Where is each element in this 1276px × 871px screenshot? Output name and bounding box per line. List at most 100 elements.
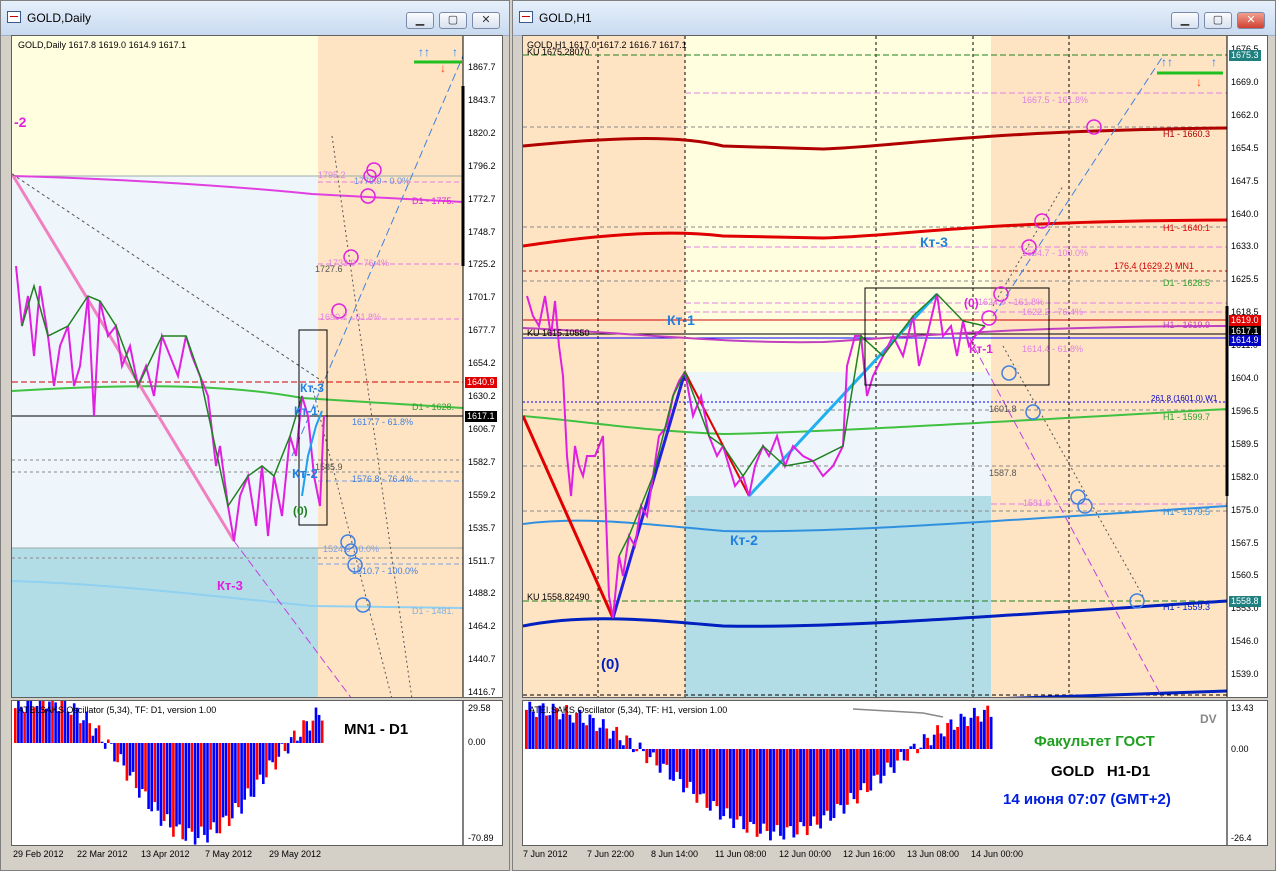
oscillator-bar bbox=[156, 743, 160, 811]
oscillator-bar bbox=[190, 743, 194, 832]
left-title-bar[interactable]: GOLD,Daily ▁ ▢ ✕ bbox=[1, 1, 509, 36]
oscillator-bar bbox=[705, 749, 709, 808]
oscillator-bar bbox=[959, 713, 963, 749]
y-tick: 1625.5 bbox=[1231, 274, 1259, 285]
oscillator-bar bbox=[283, 743, 287, 752]
level-1585-label: 1585.9 bbox=[315, 462, 343, 472]
left-osc-tick: 0.00 bbox=[468, 737, 486, 747]
left-chart-window[interactable]: GOLD,Daily ▁ ▢ ✕ ↑↑ ↑ ↓ GOLD,Daily 1617.… bbox=[0, 0, 510, 871]
oscillator-bar bbox=[635, 749, 639, 752]
oscillator-bar bbox=[116, 743, 119, 763]
oscillator-bar bbox=[929, 745, 933, 749]
left-main-chart[interactable]: ↑↑ ↑ ↓ GOLD,Daily 1617.8 1619.0 1614.9 1… bbox=[11, 35, 503, 698]
y-tick: 1867.7 bbox=[468, 62, 496, 72]
oscillator-bar bbox=[317, 714, 321, 743]
maximize-icon: ▢ bbox=[447, 14, 459, 26]
right-osc-tick: -26.4 bbox=[1231, 833, 1252, 843]
right-main-chart[interactable]: ↑↑ ↑ ↓ GOLD,H1 1617.0 1617.2 1616.7 1617… bbox=[522, 35, 1268, 698]
right-x-tick: 13 Jun 08:00 bbox=[907, 849, 960, 859]
oscillator-bar bbox=[125, 743, 129, 781]
oscillator-bar bbox=[779, 749, 782, 836]
fib-1618-label: 1624.0 - 161.8% bbox=[978, 297, 1045, 307]
oscillator-bar bbox=[268, 743, 271, 761]
oscillator-bar bbox=[715, 749, 719, 807]
oscillator-bar bbox=[682, 749, 685, 793]
oscillator-bar bbox=[986, 705, 990, 749]
oscillator-bar bbox=[14, 708, 17, 743]
oscillator-bar bbox=[625, 735, 629, 749]
svg-text:↓: ↓ bbox=[1196, 75, 1202, 89]
oscillator-bar bbox=[936, 725, 940, 749]
y-tick: 1630.2 bbox=[468, 391, 496, 401]
mn1-label: 176.4 (1629.2) MN1 bbox=[1114, 261, 1195, 271]
minimize-button[interactable]: ▁ bbox=[1171, 12, 1199, 29]
oscillator-bar bbox=[712, 749, 716, 802]
oscillator-bar bbox=[899, 749, 903, 752]
oscillator-bar bbox=[305, 721, 308, 743]
y-tick: 1575.0 bbox=[1231, 504, 1259, 515]
y-tick: 1596.5 bbox=[1231, 405, 1259, 416]
oscillator-bar bbox=[648, 749, 652, 758]
y-tick: 1546.0 bbox=[1231, 636, 1259, 647]
y-tick: 1488.2 bbox=[468, 588, 496, 599]
h1-1559-label: H1 - 1559.3 bbox=[1163, 602, 1211, 612]
oscillator-bar bbox=[131, 743, 135, 772]
oscillator-bar bbox=[969, 717, 973, 749]
y-tick: 1606.7 bbox=[468, 423, 496, 434]
right-chart-window[interactable]: GOLD,H1 ▁ ▢ ✕ ↑↑ ↑ ↓ GOLD,H1 1617.0 1617… bbox=[512, 0, 1276, 871]
close-button[interactable]: ✕ bbox=[1237, 12, 1265, 29]
maximize-button[interactable]: ▢ bbox=[439, 12, 467, 29]
y-tick: 1654.5 bbox=[1231, 142, 1259, 153]
oscillator-bar bbox=[956, 726, 960, 749]
right-title-bar[interactable]: GOLD,H1 ▁ ▢ ✕ bbox=[513, 1, 1275, 36]
oscillator-bar bbox=[585, 725, 589, 749]
oscillator-bar bbox=[531, 711, 535, 749]
oscillator-bar bbox=[822, 749, 826, 816]
minimize-button[interactable]: ▁ bbox=[406, 12, 434, 29]
right-oscillator[interactable]: ATEI.SAKS.Oscillator (5,34), TF: H1, ver… bbox=[522, 700, 1268, 846]
oscillator-bar bbox=[912, 743, 916, 749]
oscillator-bar bbox=[243, 743, 246, 800]
oscillator-bar bbox=[735, 749, 739, 820]
oscillator-bar bbox=[865, 749, 869, 793]
oscillator-bar bbox=[107, 739, 110, 743]
left-oscillator[interactable]: ATEI.SAKS.Oscillator (5,34), TF: D1, ver… bbox=[11, 700, 503, 846]
fib-618-label: 1617.7 - 61.8% bbox=[352, 417, 414, 427]
oscillator-bar bbox=[608, 738, 612, 749]
maximize-button[interactable]: ▢ bbox=[1204, 12, 1232, 29]
oscillator-bar bbox=[218, 743, 222, 834]
left-window-title: GOLD,Daily bbox=[27, 11, 92, 25]
oscillator-bar bbox=[628, 737, 632, 749]
oscillator-bar bbox=[215, 743, 219, 834]
wave-label: -2 bbox=[14, 114, 27, 130]
oscillator-bar bbox=[755, 749, 759, 837]
oscillator-bar bbox=[782, 749, 786, 840]
oscillator-bar bbox=[835, 749, 839, 804]
oscillator-bar bbox=[128, 743, 132, 776]
y-tick: 1589.5 bbox=[1231, 438, 1259, 449]
oscillator-bar bbox=[598, 727, 602, 749]
oscillator-bar bbox=[805, 749, 809, 836]
close-button[interactable]: ✕ bbox=[472, 12, 500, 29]
kt2-blue-label: Кт-2 bbox=[292, 466, 318, 481]
oscillator-bar bbox=[588, 714, 592, 749]
oscillator-bar bbox=[289, 737, 293, 743]
oscillator-bar bbox=[184, 743, 188, 841]
fib-618-label: 1614.4 - 61.8% bbox=[1022, 344, 1084, 354]
oscillator-bar bbox=[595, 731, 599, 749]
fib-0-low-label: 1524.6 - 0.0% bbox=[323, 544, 380, 554]
left-price-badge-red: 1640.9 bbox=[465, 377, 497, 388]
oscillator-bar bbox=[675, 749, 679, 772]
oscillator-bar bbox=[642, 749, 645, 752]
oscillator-bar bbox=[265, 743, 268, 778]
oscillator-bar bbox=[100, 741, 104, 743]
right-x-tick: 12 Jun 16:00 bbox=[843, 849, 896, 859]
level-1587-label: 1587.8 bbox=[989, 468, 1017, 478]
oscillator-bar bbox=[605, 728, 609, 749]
d1-1628-label: D1 - 1628. bbox=[412, 402, 455, 412]
w1-label: 261.8 (1601.0) W1 bbox=[1151, 394, 1218, 403]
oscillator-bar bbox=[221, 743, 225, 818]
right-x-tick: 11 Jun 08:00 bbox=[715, 849, 767, 859]
kt1-blue-label: Кт-1 bbox=[294, 404, 318, 418]
oscillator-bar bbox=[97, 725, 101, 743]
